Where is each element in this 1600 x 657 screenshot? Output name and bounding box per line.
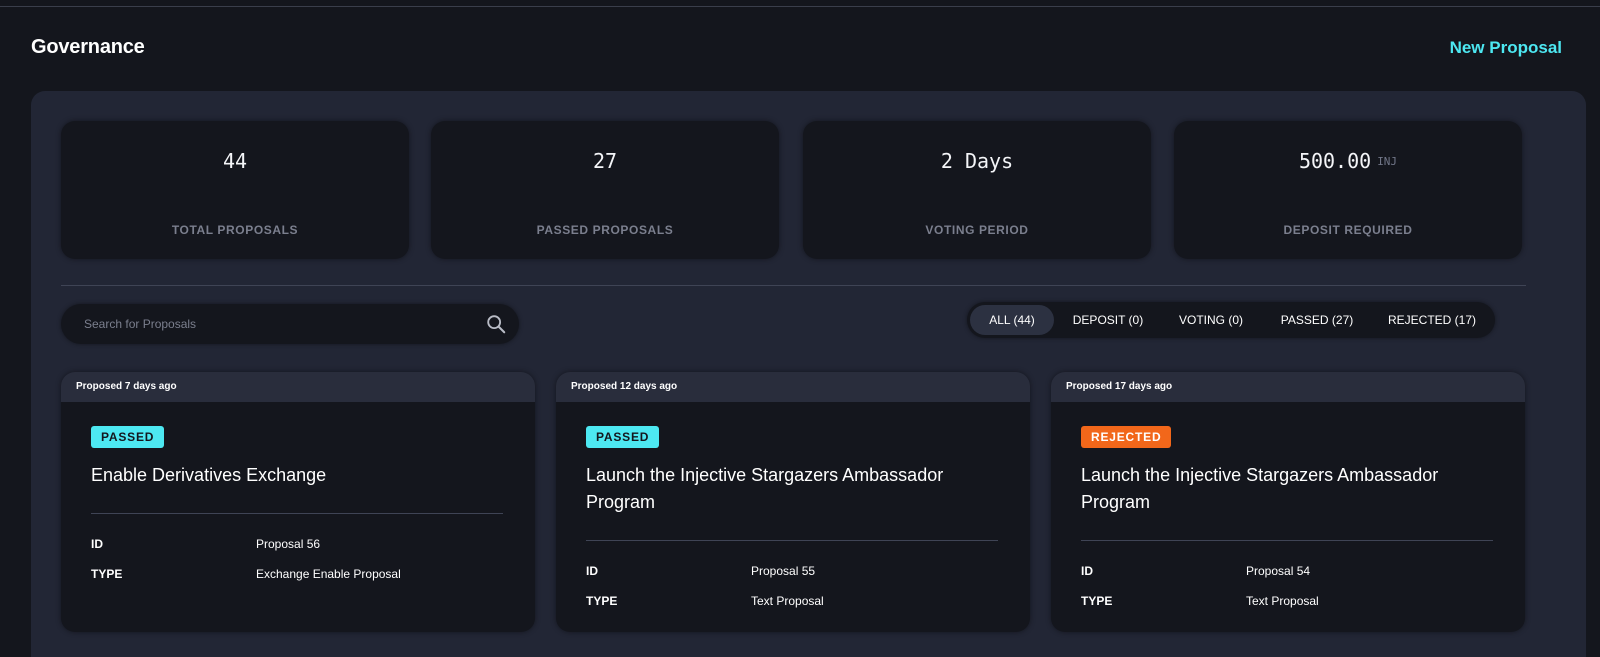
stat-card-voting-period: 2 Days VOTING PERIOD (803, 121, 1151, 259)
new-proposal-button[interactable]: New Proposal (1450, 38, 1562, 58)
stat-value: 500.00 INJ (1298, 149, 1398, 173)
proposed-time: Proposed 17 days ago (1066, 381, 1173, 392)
type-label: TYPE (586, 594, 618, 608)
search-icon[interactable] (485, 313, 507, 335)
id-label: ID (586, 564, 598, 578)
proposed-time: Proposed 7 days ago (76, 381, 177, 392)
card-header: Proposed 17 days ago (1051, 372, 1525, 402)
id-value: Proposal 54 (1246, 564, 1311, 578)
stat-label: PASSED PROPOSALS (536, 223, 674, 237)
id-value: Proposal 55 (751, 564, 816, 578)
id-value: Proposal 56 (256, 537, 321, 551)
search-input[interactable] (84, 304, 464, 344)
type-label: TYPE (1081, 594, 1113, 608)
search-box (61, 304, 519, 344)
section-divider (61, 285, 1526, 286)
stat-label: DEPOSIT REQUIRED (1283, 223, 1413, 237)
proposal-title: Launch the Injective Stargazers Ambassad… (586, 465, 944, 512)
stat-card-passed-proposals: 27 PASSED PROPOSALS (431, 121, 779, 259)
card-divider (586, 540, 998, 541)
stat-value: 27 (592, 149, 618, 173)
id-label: ID (1081, 564, 1093, 578)
id-label: ID (91, 537, 103, 551)
page-title: Governance (31, 36, 145, 58)
stat-card-total-proposals: 44 TOTAL PROPOSALS (61, 121, 409, 259)
status-badge: REJECTED (1081, 426, 1172, 448)
proposal-card[interactable]: Proposed 17 days ago REJECTED Launch the… (1051, 372, 1525, 632)
proposal-card[interactable]: Proposed 12 days ago PASSED Launch the I… (556, 372, 1030, 632)
type-value: Text Proposal (1246, 594, 1319, 608)
card-divider (1081, 540, 1493, 541)
tab-passed[interactable]: PASSED (27) (1271, 305, 1363, 335)
stat-value: 44 (222, 149, 248, 173)
stat-card-deposit-required: 500.00 INJ DEPOSIT REQUIRED (1174, 121, 1522, 259)
status-badge: PASSED (91, 426, 165, 448)
tab-deposit[interactable]: DEPOSIT (0) (1061, 305, 1155, 335)
type-label: TYPE (91, 567, 123, 581)
stat-value: 2 Days (940, 149, 1014, 173)
card-divider (91, 513, 503, 514)
proposal-title: Enable Derivatives Exchange (91, 465, 327, 485)
top-divider (0, 6, 1600, 7)
type-value: Text Proposal (751, 594, 824, 608)
governance-panel: 44 TOTAL PROPOSALS 27 PASSED PROPOSALS 2… (31, 91, 1586, 657)
type-value: Exchange Enable Proposal (256, 567, 401, 581)
proposal-card[interactable]: Proposed 7 days ago PASSED Enable Deriva… (61, 372, 535, 632)
tab-rejected[interactable]: REJECTED (17) (1379, 305, 1485, 335)
tab-all[interactable]: ALL (44) (970, 305, 1054, 335)
status-filter-tabs: ALL (44) DEPOSIT (0) VOTING (0) PASSED (… (967, 302, 1495, 338)
proposal-title: Launch the Injective Stargazers Ambassad… (1081, 465, 1439, 512)
status-badge: PASSED (586, 426, 660, 448)
stat-unit: INJ (1377, 155, 1398, 168)
proposed-time: Proposed 12 days ago (571, 381, 678, 392)
stat-label: TOTAL PROPOSALS (171, 223, 299, 237)
card-header: Proposed 7 days ago (61, 372, 535, 402)
stat-label: VOTING PERIOD (925, 223, 1029, 237)
tab-voting[interactable]: VOTING (0) (1167, 305, 1255, 335)
card-header: Proposed 12 days ago (556, 372, 1030, 402)
